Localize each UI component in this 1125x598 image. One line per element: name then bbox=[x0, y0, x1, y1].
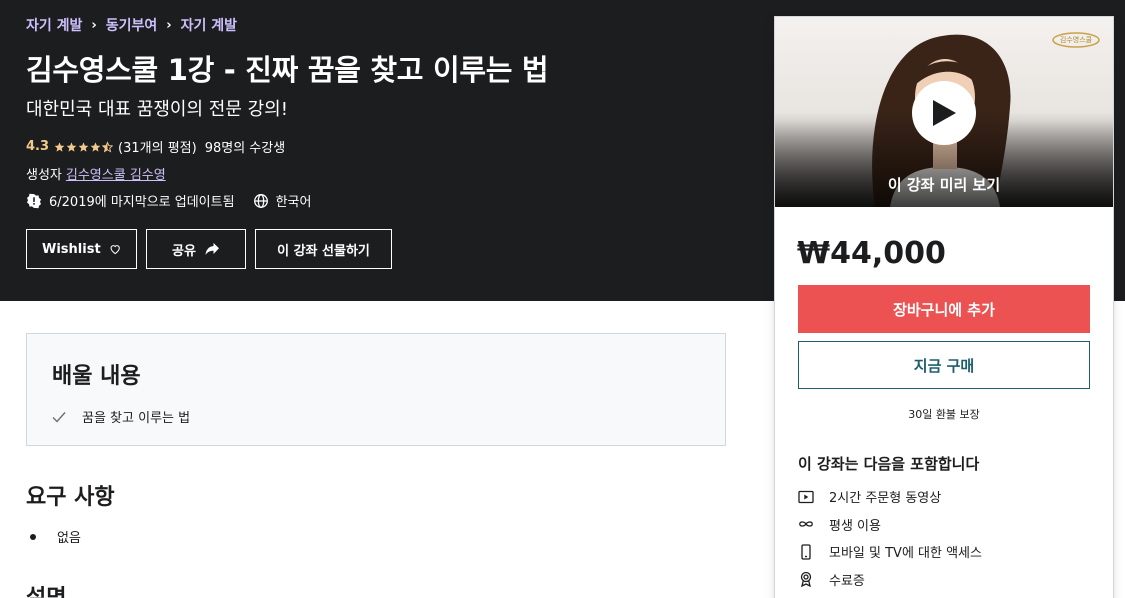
includes-item-label: 모바일 및 TV에 대한 액세스 bbox=[829, 546, 982, 562]
globe-icon bbox=[253, 193, 269, 209]
includes-item-label: 수료증 bbox=[829, 573, 865, 589]
certificate-icon bbox=[798, 571, 814, 588]
action-buttons: Wishlist 공유 이 강좌 선물하기 bbox=[26, 229, 392, 269]
wishlist-label: Wishlist bbox=[42, 241, 101, 257]
share-label: 공유 bbox=[172, 243, 196, 259]
star-icon bbox=[78, 141, 89, 152]
includes-list: 2시간 주문형 동영상 평생 이용 모바일 및 TV에 대한 액세스 수료증 bbox=[798, 483, 982, 593]
money-back-guarantee: 30일 환불 보장 bbox=[908, 408, 980, 421]
includes-item-label: 평생 이용 bbox=[829, 518, 881, 534]
heart-icon bbox=[110, 245, 120, 255]
learn-item-text: 꿈을 찾고 이루는 법 bbox=[82, 411, 191, 426]
share-arrow-icon bbox=[205, 243, 219, 255]
requirement-text: 없음 bbox=[57, 531, 81, 546]
star-half-icon bbox=[102, 140, 114, 153]
learn-item: 꿈을 찾고 이루는 법 bbox=[52, 407, 190, 426]
includes-item: 수료증 bbox=[798, 566, 982, 594]
add-to-cart-button[interactable]: 장바구니에 추가 bbox=[798, 285, 1090, 333]
buy-now-button[interactable]: 지금 구매 bbox=[798, 341, 1090, 389]
rating-row: 4.3 (31개의 평점) 98명의 수강생 bbox=[26, 137, 285, 156]
video-icon bbox=[798, 489, 814, 505]
wishlist-button[interactable]: Wishlist bbox=[26, 229, 137, 269]
requirement-item: 없음 bbox=[26, 527, 81, 546]
what-you-learn-box: 배울 내용 꿈을 찾고 이루는 법 bbox=[26, 333, 726, 446]
share-button[interactable]: 공유 bbox=[146, 229, 246, 269]
alert-badge-icon bbox=[26, 193, 42, 209]
rating-count[interactable]: (31개의 평점) bbox=[118, 137, 197, 156]
breadcrumb: 자기 계발 › 동기부여 › 자기 계발 bbox=[26, 15, 237, 35]
course-language: 한국어 bbox=[275, 195, 312, 210]
gift-course-button[interactable]: 이 강좌 선물하기 bbox=[255, 229, 392, 269]
learn-title: 배울 내용 bbox=[52, 364, 141, 389]
course-preview[interactable]: 김수영스쿨 이 강좌 미리 보기 bbox=[775, 17, 1113, 207]
course-price: ₩44,000 bbox=[797, 236, 946, 271]
star-icon bbox=[66, 141, 77, 152]
preview-label: 이 강좌 미리 보기 bbox=[887, 176, 1001, 194]
star-icon bbox=[90, 141, 101, 152]
mobile-icon bbox=[798, 544, 814, 560]
infinity-icon bbox=[798, 516, 814, 532]
includes-title: 이 강좌는 다음을 포함합니다 bbox=[798, 455, 980, 473]
student-count: 98명의 수강생 bbox=[204, 141, 286, 156]
includes-item: 모바일 및 TV에 대한 액세스 bbox=[798, 538, 982, 566]
description-title: 설명 bbox=[26, 580, 66, 598]
creator-link[interactable]: 김수영스쿨 김수영 bbox=[66, 168, 166, 183]
creator-row: 생성자 김수영스쿨 김수영 bbox=[26, 164, 166, 183]
last-updated: 6/2019에 마지막으로 업데이트됨 bbox=[49, 195, 235, 210]
star-rating bbox=[54, 140, 114, 153]
rating-score: 4.3 bbox=[26, 139, 50, 154]
bullet-icon bbox=[30, 533, 36, 540]
course-meta: 6/2019에 마지막으로 업데이트됨 한국어 bbox=[26, 191, 311, 210]
play-icon bbox=[933, 100, 956, 126]
course-subtitle: 대한민국 대표 꿈쟁이의 전문 강의! bbox=[26, 99, 288, 120]
breadcrumb-item-self-development-2[interactable]: 자기 계발 bbox=[181, 15, 237, 35]
includes-item-label: 2시간 주문형 동영상 bbox=[829, 491, 942, 507]
purchase-card: 김수영스쿨 이 강좌 미리 보기 ₩44,000 장바구니에 추가 지금 구매 … bbox=[774, 16, 1114, 598]
play-button[interactable] bbox=[912, 81, 976, 145]
breadcrumb-item-self-development[interactable]: 자기 계발 bbox=[26, 15, 82, 35]
creator-label: 생성자 bbox=[26, 168, 62, 183]
check-icon bbox=[52, 411, 66, 423]
requirements-title: 요구 사항 bbox=[26, 485, 115, 510]
includes-item: 평생 이용 bbox=[798, 511, 982, 539]
chevron-right-icon: › bbox=[91, 17, 97, 33]
includes-item: 2시간 주문형 동영상 bbox=[798, 483, 982, 511]
star-icon bbox=[54, 141, 65, 152]
school-logo: 김수영스쿨 bbox=[1052, 32, 1100, 48]
chevron-right-icon: › bbox=[166, 17, 172, 33]
course-title: 김수영스쿨 1강 - 진짜 꿈을 찾고 이루는 법 bbox=[26, 53, 549, 87]
svg-text:김수영스쿨: 김수영스쿨 bbox=[1060, 35, 1093, 44]
breadcrumb-item-motivation[interactable]: 동기부여 bbox=[106, 15, 158, 35]
